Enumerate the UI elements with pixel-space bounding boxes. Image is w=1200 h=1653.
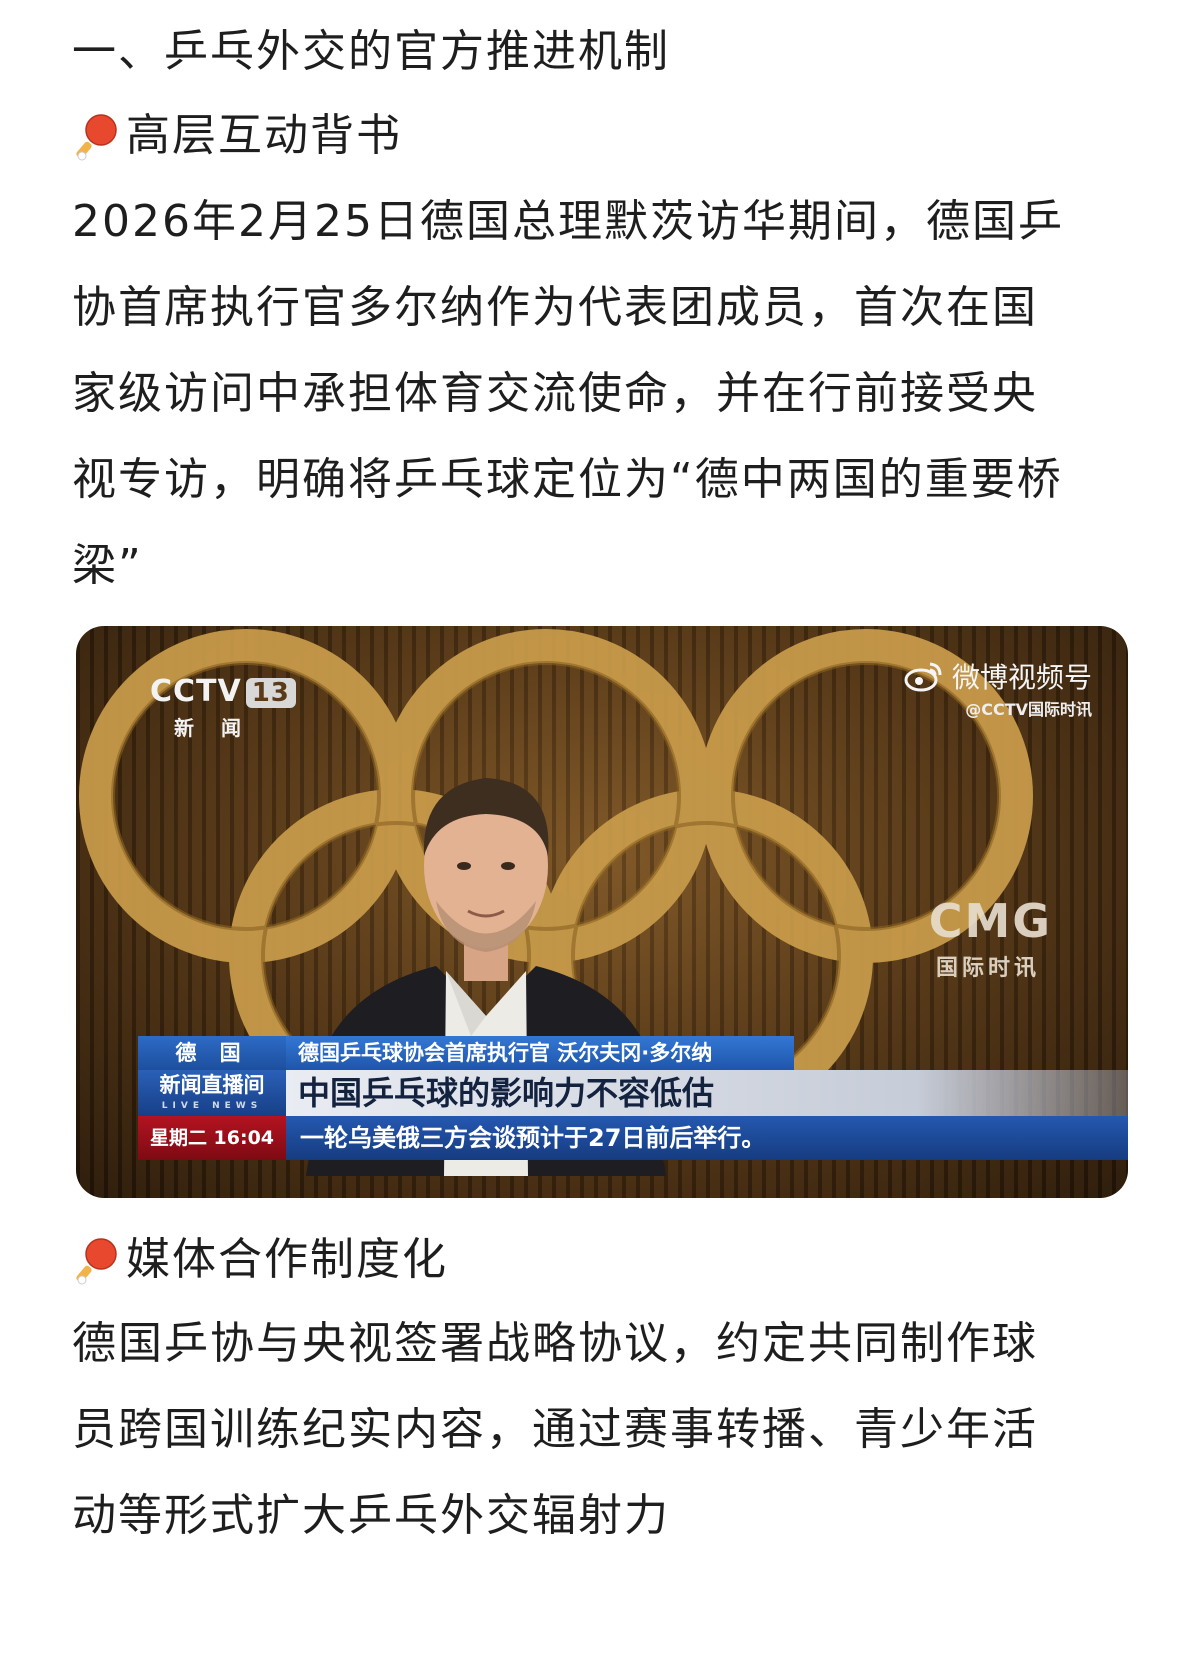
weibo-watermark: 微博视频号 xyxy=(904,656,1092,696)
paragraph-2-line-1: 德国乒协与央视签署战略协议，约定共同制作球 xyxy=(72,1318,1038,1369)
channel-subtitle: 新 闻 xyxy=(174,716,251,740)
live-label: 新闻直播间 LIVE NEWS xyxy=(138,1070,286,1116)
ping-pong-paddle-icon xyxy=(76,114,117,161)
live-sub-text: LIVE NEWS xyxy=(161,1101,263,1111)
news-video-frame[interactable]: CCTV 13 新 闻 微博视频号 @CCTV国际时讯 CMG 国际时讯 德 国 … xyxy=(76,626,1128,1198)
paragraph-1-line-4: 视专访，明确将乒乓球定位为“德中两国的重要桥 xyxy=(72,454,1063,505)
paragraph-1-line-5: 梁” xyxy=(72,540,143,591)
paragraph-1-line-2: 协首席执行官多尔纳作为代表团成员，首次在国 xyxy=(72,282,1038,333)
weibo-handle: @CCTV国际时讯 xyxy=(965,700,1092,719)
subsection-title-2: 媒体合作制度化 xyxy=(126,1234,448,1285)
paragraph-1-line-3: 家级访问中承担体育交流使命，并在行前接受央 xyxy=(72,368,1038,419)
section-title: 一、乒乓外交的官方推进机制 xyxy=(72,26,670,77)
channel-number: 13 xyxy=(245,678,296,708)
cctv-channel-logo: CCTV 13 xyxy=(150,674,296,709)
lower-third-banner: 德 国 德国乒乓球协会首席执行官 沃尔夫冈·多尔纳 新闻直播间 LIVE NEW… xyxy=(138,1036,1128,1168)
country-tag: 德 国 xyxy=(138,1036,286,1070)
broadcast-clock: 星期二 16:04 xyxy=(138,1116,286,1160)
cmg-subtitle: 国际时讯 xyxy=(935,956,1040,981)
weibo-icon xyxy=(904,662,942,692)
cmg-logo: CMG xyxy=(928,894,1052,948)
weibo-watermark-title: 微博视频号 xyxy=(951,661,1092,694)
live-label-text: 新闻直播间 xyxy=(159,1073,265,1097)
cctv-logo-text: CCTV xyxy=(150,674,242,709)
subsection-heading-2: 媒体合作制度化 xyxy=(70,1234,448,1286)
paragraph-2-line-3: 动等形式扩大乒乓外交辐射力 xyxy=(72,1490,670,1541)
paragraph-2-line-2: 员跨国训练纪实内容，通过赛事转播、青少年活 xyxy=(72,1404,1038,1455)
subsection-heading-1: 高层互动背书 xyxy=(70,110,402,162)
subsection-title-1: 高层互动背书 xyxy=(126,110,402,161)
news-headline: 中国乒乓球的影响力不容低估 xyxy=(286,1070,1128,1116)
ping-pong-paddle-icon xyxy=(76,1238,117,1285)
speaker-title: 德国乒乓球协会首席执行官 沃尔夫冈·多尔纳 xyxy=(286,1036,794,1070)
paragraph-1-line-1: 2026年2月25日德国总理默茨访华期间，德国乒 xyxy=(72,196,1064,247)
news-ticker: 一轮乌美俄三方会谈预计于27日前后举行。 xyxy=(286,1116,1128,1160)
